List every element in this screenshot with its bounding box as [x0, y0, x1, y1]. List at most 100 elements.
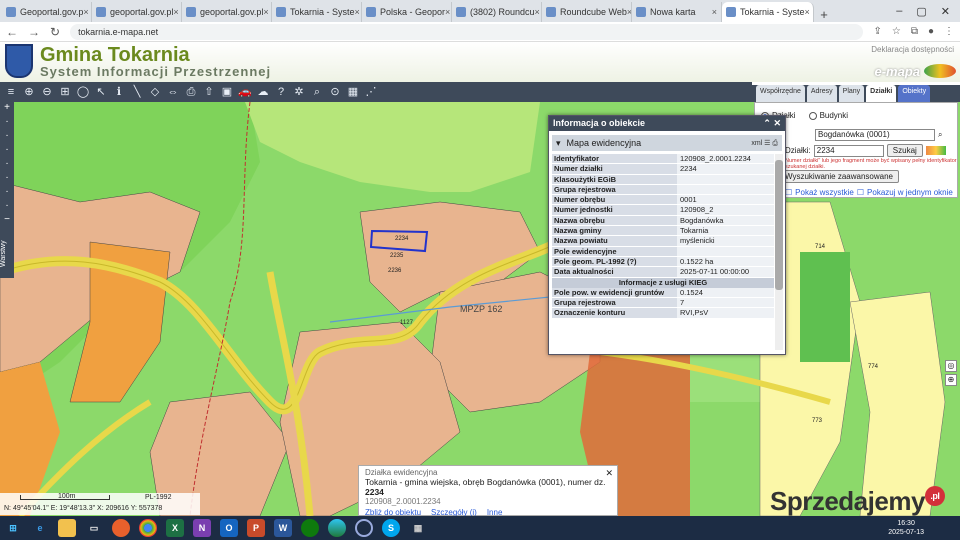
zoom-level-step[interactable]: · [0, 116, 14, 130]
popup-titlebar[interactable]: Informacja o obiekcie ⌃ ✕ [549, 116, 785, 131]
pan-icon[interactable]: ⇔ [166, 85, 180, 99]
measure-line-icon[interactable]: ╲ [130, 85, 144, 99]
browser-tab[interactable]: Nowa karta × [632, 2, 722, 22]
tab-dzialki[interactable]: Działki [866, 85, 897, 102]
browser-tab[interactable]: (3802) Roundcu × [452, 2, 542, 22]
zoom-level-step[interactable]: · [0, 186, 14, 200]
reload-icon[interactable]: ↻ [50, 25, 60, 39]
parcel-number-input[interactable]: 2234 [813, 144, 884, 157]
browser-tab[interactable]: geoportal.gov.pl × [92, 2, 182, 22]
close-infobox-icon[interactable]: ✕ [605, 468, 613, 479]
browser-tab-active[interactable]: Tokarnia - Syste × [722, 2, 814, 22]
close-tab-icon[interactable]: × [173, 7, 178, 17]
radio-budynki[interactable] [808, 111, 817, 120]
close-tab-icon[interactable]: × [805, 7, 810, 17]
help-icon[interactable]: ? [274, 85, 288, 99]
green-app-icon[interactable] [301, 519, 319, 537]
select-icon[interactable]: ▣ [220, 85, 234, 99]
close-tab-icon[interactable]: × [263, 7, 268, 17]
system-clock[interactable]: 16:30 2025-07-13 [888, 519, 960, 537]
close-window-icon[interactable]: ✕ [941, 5, 950, 18]
zoom-extent-icon[interactable]: ◯ [76, 85, 90, 99]
zoom-level-step[interactable]: · [0, 200, 14, 214]
show-one-window-checkbox[interactable]: ☐ [857, 188, 864, 197]
edge-icon[interactable] [328, 519, 346, 537]
browser-tab[interactable]: Tokarnia - Syste × [272, 2, 362, 22]
zoom-out-icon[interactable]: ⊖ [40, 85, 54, 99]
zoom-level-step[interactable]: · [0, 172, 14, 186]
tab-plany[interactable]: Plany [838, 85, 865, 102]
close-tab-icon[interactable]: × [445, 7, 450, 17]
forward-icon[interactable]: → [28, 25, 40, 39]
chrome-icon[interactable] [139, 519, 157, 537]
share-icon[interactable]: ⇪ [873, 26, 881, 37]
search-button[interactable]: Szukaj [886, 144, 923, 157]
zoom-box-icon[interactable]: ⊞ [58, 85, 72, 99]
start-icon[interactable]: ⊞ [4, 519, 22, 537]
crs-select[interactable]: PL-1992 [145, 494, 171, 501]
firefox-icon[interactable] [112, 519, 130, 537]
skype-icon[interactable]: S [382, 519, 400, 537]
browser-tab[interactable]: geoportal.gov.pl × [182, 2, 272, 22]
new-tab-button[interactable]: + [814, 7, 834, 22]
plus-icon[interactable]: ⊕ [945, 374, 957, 386]
layers-icon[interactable]: ≡ [4, 85, 18, 99]
zoom-in-icon[interactable]: + [0, 102, 14, 116]
tab-wspolrzedne[interactable]: Współrzędne [756, 85, 805, 102]
word-icon[interactable]: W [274, 519, 292, 537]
settings-icon[interactable]: ✲ [292, 85, 306, 99]
extensions-icon[interactable]: ⧉ [911, 26, 918, 37]
menu-icon[interactable]: ⋮ [944, 26, 954, 37]
browser-tab[interactable]: Geoportal.gov.p × [2, 2, 92, 22]
close-tab-icon[interactable]: × [355, 7, 360, 17]
gps-icon[interactable]: ◎ [945, 360, 957, 372]
crosshair-icon[interactable]: ⊙ [328, 85, 342, 99]
zoom-level-step[interactable]: · [0, 144, 14, 158]
url-field[interactable]: tokarnia.e-mapa.net [70, 23, 864, 40]
profile-avatar[interactable]: ● [928, 26, 934, 37]
popup-scrollbar[interactable] [775, 154, 783, 350]
excel-icon[interactable]: X [166, 519, 184, 537]
close-popup-icon[interactable]: ⌃ ✕ [763, 118, 781, 129]
bookmark-star-icon[interactable]: ☆ [892, 26, 901, 37]
advanced-search-button[interactable]: Wyszukiwanie zaawansowane [779, 170, 899, 183]
cloud-icon[interactable]: ☁ [256, 85, 270, 99]
search-icon[interactable]: ⌕ [938, 130, 942, 140]
export-xml-icon[interactable]: xml ☰ ⎙ [751, 139, 782, 148]
app-ring-icon[interactable] [355, 519, 373, 537]
layers-panel-toggle[interactable]: Warstwy [0, 230, 14, 278]
accessibility-link[interactable]: Deklaracja dostępności [871, 45, 954, 54]
palette-icon[interactable]: ▦ [346, 85, 360, 99]
scrollbar-thumb[interactable] [775, 160, 783, 290]
powerpoint-icon[interactable]: P [247, 519, 265, 537]
pointer-icon[interactable]: ↖ [94, 85, 108, 99]
car-icon[interactable]: 🚗 [238, 85, 252, 99]
outlook-icon[interactable]: O [220, 519, 238, 537]
measure-area-icon[interactable]: ◇ [148, 85, 162, 99]
obreb-select[interactable]: Bogdanówka (0001) [815, 129, 935, 141]
file-explorer-icon[interactable] [58, 519, 76, 537]
zoom-out-icon[interactable]: − [0, 214, 14, 228]
tab-obiekty[interactable]: Obiekty [898, 85, 931, 102]
find-icon[interactable]: ⌕ [310, 85, 324, 99]
back-icon[interactable]: ← [6, 25, 18, 39]
close-tab-icon[interactable]: × [535, 7, 540, 17]
print-icon[interactable]: ⎙ [184, 85, 198, 99]
onenote-icon[interactable]: N [193, 519, 211, 537]
show-all-checkbox[interactable]: ☐ [785, 188, 792, 197]
share-map-icon[interactable]: ⋰ [364, 85, 378, 99]
zoom-level-step[interactable]: · [0, 130, 14, 144]
close-tab-icon[interactable]: × [712, 7, 717, 17]
minimize-icon[interactable]: – [896, 5, 902, 18]
folder-icon[interactable]: ▭ [85, 519, 103, 537]
tab-adresy[interactable]: Adresy [806, 85, 837, 102]
zoom-in-icon[interactable]: ⊕ [22, 85, 36, 99]
maximize-icon[interactable]: ▢ [916, 5, 926, 18]
close-tab-icon[interactable]: × [83, 7, 88, 17]
edge-legacy-icon[interactable]: e [31, 519, 49, 537]
collapse-icon[interactable]: ▾ [556, 138, 561, 149]
info-icon[interactable]: ℹ [112, 85, 126, 99]
section-header[interactable]: ▾ Mapa ewidencyjna xml ☰ ⎙ [552, 135, 782, 151]
browser-tab[interactable]: Polska - Geopor × [362, 2, 452, 22]
export-icon[interactable]: ⇧ [202, 85, 216, 99]
